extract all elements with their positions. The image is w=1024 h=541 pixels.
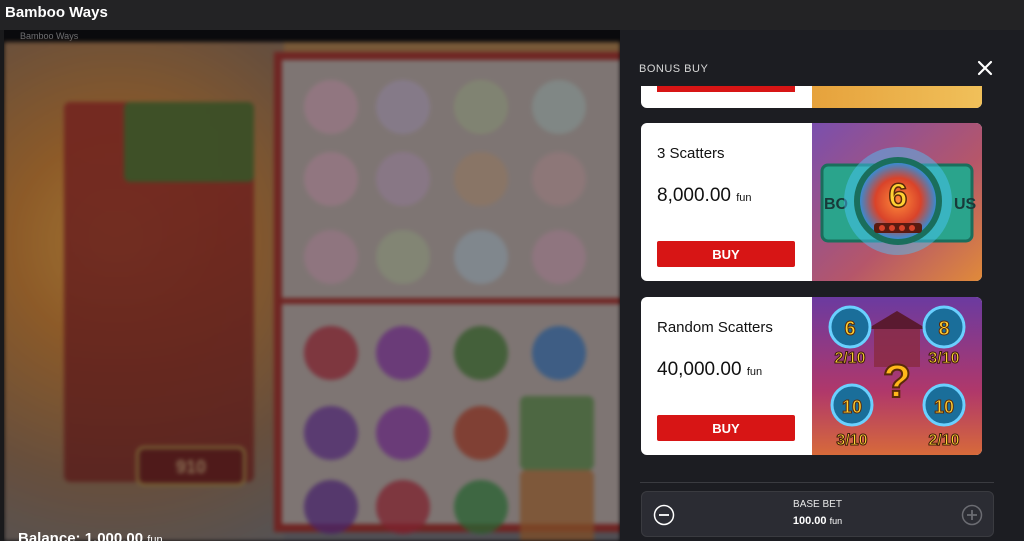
close-icon <box>977 60 993 76</box>
panel-title: BONUS BUY <box>639 63 709 75</box>
price-value: 8,000.00 <box>657 185 731 206</box>
bet-amount: 100.00 <box>792 515 827 527</box>
bonus-card-3-scatters: 3 Scatters 8,000.00 fun BUY BO US 6 <box>641 123 982 281</box>
bonus-name: Random Scatters <box>657 319 773 336</box>
base-bet-value: 100.00 fun <box>642 515 993 527</box>
svg-text:3/10: 3/10 <box>836 432 867 449</box>
price-currency: fun <box>746 366 763 378</box>
bonus-image-3-scatters: BO US 6 <box>812 123 982 281</box>
bonus-card-partial <box>641 86 982 108</box>
svg-text:3/10: 3/10 <box>928 350 959 367</box>
svg-text:6: 6 <box>844 318 855 340</box>
bonus-image-random-scatters: 6 2/10 8 3/10 ? 10 3/10 10 2/10 <box>812 297 982 455</box>
buy-button-random-scatters[interactable]: BUY <box>657 415 795 441</box>
buy-button-3-scatters[interactable]: BUY <box>657 241 795 267</box>
bonus-price: 8,000.00 fun <box>657 185 752 207</box>
mystery-question-mark: ? <box>883 355 911 407</box>
modal-overlay <box>4 30 620 541</box>
bet-currency: fun <box>829 516 843 526</box>
bonus-price: 40,000.00 fun <box>657 359 762 381</box>
divider <box>640 482 994 483</box>
base-bet-control: BASE BET 100.00 fun <box>641 491 994 537</box>
game-frame[interactable]: Bamboo Ways 910 Balance: 1,000.00 fun <box>4 30 620 541</box>
scatter-badge-3: 10 3/10 <box>830 383 874 450</box>
scatter-badge-1: 6 2/10 <box>828 305 872 368</box>
increase-bet-button[interactable] <box>961 504 983 526</box>
bonus-card-random-scatters: Random Scatters 40,000.00 fun BUY 6 2/10 <box>641 297 982 455</box>
scatter-badge-4: 10 2/10 <box>922 383 966 450</box>
balance-label: Balance: <box>18 530 81 541</box>
balance-display: Balance: 1,000.00 fun <box>18 530 163 541</box>
bonus-image-partial <box>812 86 982 108</box>
svg-text:US: US <box>954 196 977 213</box>
bonus-name: 3 Scatters <box>657 145 725 162</box>
bonus-buy-panel: BONUS BUY 3 Scatters 8,000.00 fun BUY BO… <box>620 30 1024 541</box>
plus-icon <box>961 504 983 526</box>
price-currency: fun <box>736 192 752 204</box>
svg-text:2/10: 2/10 <box>834 350 865 367</box>
close-button[interactable] <box>975 58 995 78</box>
price-value: 40,000.00 <box>657 359 742 380</box>
svg-text:2/10: 2/10 <box>928 432 959 449</box>
svg-text:10: 10 <box>842 397 862 417</box>
scatter-badge-2: 8 3/10 <box>922 305 966 368</box>
base-bet-label: BASE BET <box>793 499 842 510</box>
balance-currency: fun <box>147 534 163 541</box>
title-bar: Bamboo Ways <box>0 0 1024 30</box>
balance-value: 1,000.00 <box>84 530 144 541</box>
buy-button-partial[interactable] <box>657 86 795 92</box>
svg-text:8: 8 <box>938 318 949 340</box>
scatter-count-badge: 6 <box>889 177 908 215</box>
page-title: Bamboo Ways <box>5 4 108 21</box>
svg-text:10: 10 <box>934 397 954 417</box>
